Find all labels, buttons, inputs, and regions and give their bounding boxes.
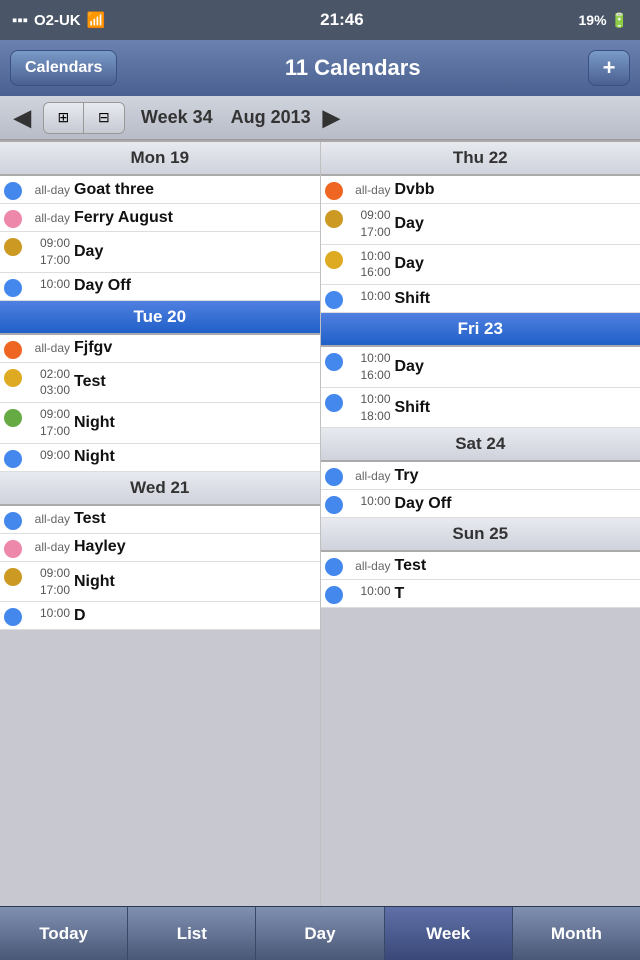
week-label: Week 34 <box>141 107 213 128</box>
fri23-header: Fri 23 <box>321 313 640 347</box>
dot-icon <box>325 496 343 514</box>
tue20-header: Tue 20 <box>0 301 320 335</box>
dot-icon <box>4 238 22 256</box>
nav-bar: ◀ ⊞ ⊟ Week 34 Aug 2013 ▶ <box>0 96 640 140</box>
table-row: all-day Test <box>321 552 640 580</box>
month-label: Aug 2013 <box>231 107 311 128</box>
table-row: all-day Fjfgv <box>0 335 320 363</box>
thu22-header: Thu 22 <box>321 142 640 176</box>
table-row: 09:0017:00 Day <box>321 204 640 245</box>
sat24-header: Sat 24 <box>321 428 640 462</box>
dot-icon <box>4 182 22 200</box>
table-row: all-day Hayley <box>0 534 320 562</box>
tab-day[interactable]: Day <box>256 907 384 960</box>
sun25-header: Sun 25 <box>321 518 640 552</box>
next-week-button[interactable]: ▶ <box>323 105 340 131</box>
dot-icon <box>325 251 343 269</box>
calendar-grid: Mon 19 all-day Goat three all-day Ferry … <box>0 140 640 906</box>
table-row: 09:0017:00 Night <box>0 403 320 444</box>
status-bar: ▪▪▪ O2-UK 📶 21:46 19% 🔋 <box>0 0 640 40</box>
table-row: 02:0003:00 Test <box>0 363 320 404</box>
table-row: 10:0018:00 Shift <box>321 388 640 429</box>
add-calendar-button[interactable]: + <box>588 50 630 86</box>
table-row: all-day Try <box>321 462 640 490</box>
battery-label: 19% <box>579 12 607 28</box>
dot-icon <box>325 182 343 200</box>
dot-icon <box>4 608 22 626</box>
dot-icon <box>4 341 22 359</box>
prev-week-button[interactable]: ◀ <box>10 105 35 131</box>
dot-icon <box>4 279 22 297</box>
table-row: 09:00 Night <box>0 444 320 472</box>
dot-icon <box>4 568 22 586</box>
tab-month[interactable]: Month <box>513 907 640 960</box>
dot-icon <box>4 512 22 530</box>
status-time: 21:46 <box>320 10 363 30</box>
status-right: 19% 🔋 <box>579 12 628 29</box>
dot-icon <box>325 210 343 228</box>
table-row: all-day Goat three <box>0 176 320 204</box>
dot-icon <box>325 394 343 412</box>
tab-list[interactable]: List <box>128 907 256 960</box>
table-row: 10:00 Shift <box>321 285 640 313</box>
table-row: 10:0016:00 Day <box>321 245 640 286</box>
table-row: 10:00 Day Off <box>321 490 640 518</box>
table-row: all-day Ferry August <box>0 204 320 232</box>
table-row: 09:0017:00 Day <box>0 232 320 273</box>
dot-icon <box>4 540 22 558</box>
dot-icon <box>325 291 343 309</box>
right-column: Thu 22 all-day Dvbb 09:0017:00 Day 10:00… <box>321 142 640 906</box>
table-row: 10:00 T <box>321 580 640 608</box>
dot-icon <box>325 586 343 604</box>
night-label: Night <box>74 414 115 432</box>
status-left: ▪▪▪ O2-UK 📶 <box>12 11 105 29</box>
battery-icon: 🔋 <box>611 12 628 29</box>
dot-icon <box>4 409 22 427</box>
carrier-label: O2-UK <box>34 12 81 29</box>
wifi-icon: 📶 <box>87 11 106 29</box>
dot-icon <box>4 210 22 228</box>
header: Calendars 11 Calendars + <box>0 40 640 96</box>
list-view-button[interactable]: ⊟ <box>84 103 124 133</box>
dot-icon <box>325 558 343 576</box>
signal-icon: ▪▪▪ <box>12 12 28 29</box>
calendars-button[interactable]: Calendars <box>10 50 117 86</box>
tab-bar: Today List Day Week Month <box>0 906 640 960</box>
wed21-header: Wed 21 <box>0 472 320 506</box>
dot-icon <box>4 369 22 387</box>
tab-week[interactable]: Week <box>385 907 513 960</box>
table-row: 10:00 Day Off <box>0 273 320 301</box>
table-row: 09:0017:00 Night <box>0 562 320 603</box>
header-title: 11 Calendars <box>285 55 421 81</box>
table-row: all-day Test <box>0 506 320 534</box>
grid-view-button[interactable]: ⊞ <box>44 103 84 133</box>
dot-icon <box>325 468 343 486</box>
left-column: Mon 19 all-day Goat three all-day Ferry … <box>0 142 321 906</box>
table-row: all-day Dvbb <box>321 176 640 204</box>
dot-icon <box>4 450 22 468</box>
mon19-header: Mon 19 <box>0 142 320 176</box>
table-row: 10:0016:00 Day <box>321 347 640 388</box>
tab-today[interactable]: Today <box>0 907 128 960</box>
dot-icon <box>325 353 343 371</box>
view-toggle: ⊞ ⊟ <box>43 102 125 134</box>
table-row: 10:00 D <box>0 602 320 630</box>
